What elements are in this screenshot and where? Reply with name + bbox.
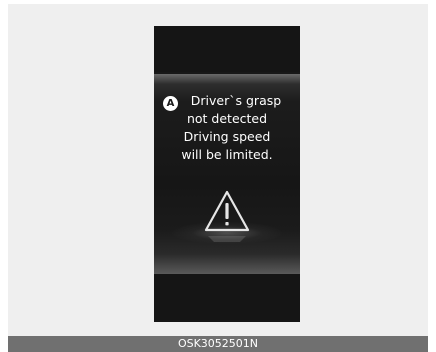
warning-triangle-icon bbox=[204, 190, 250, 242]
cluster-display: A Driver`s grasp not detected Driving sp… bbox=[154, 26, 300, 322]
message-line-2: not detected bbox=[186, 111, 268, 126]
display-top-band bbox=[154, 26, 300, 72]
figure-frame: A Driver`s grasp not detected Driving sp… bbox=[8, 4, 428, 336]
warning-message: Driver`s grasp not detected Driving spee… bbox=[154, 92, 300, 164]
message-line-4: will be limited. bbox=[181, 147, 273, 162]
display-bottom-band bbox=[154, 274, 300, 322]
message-line-1: Driver`s grasp bbox=[190, 93, 282, 108]
message-line-3: Driving speed bbox=[183, 129, 271, 144]
figure-caption: OSK3052501N bbox=[8, 336, 428, 352]
